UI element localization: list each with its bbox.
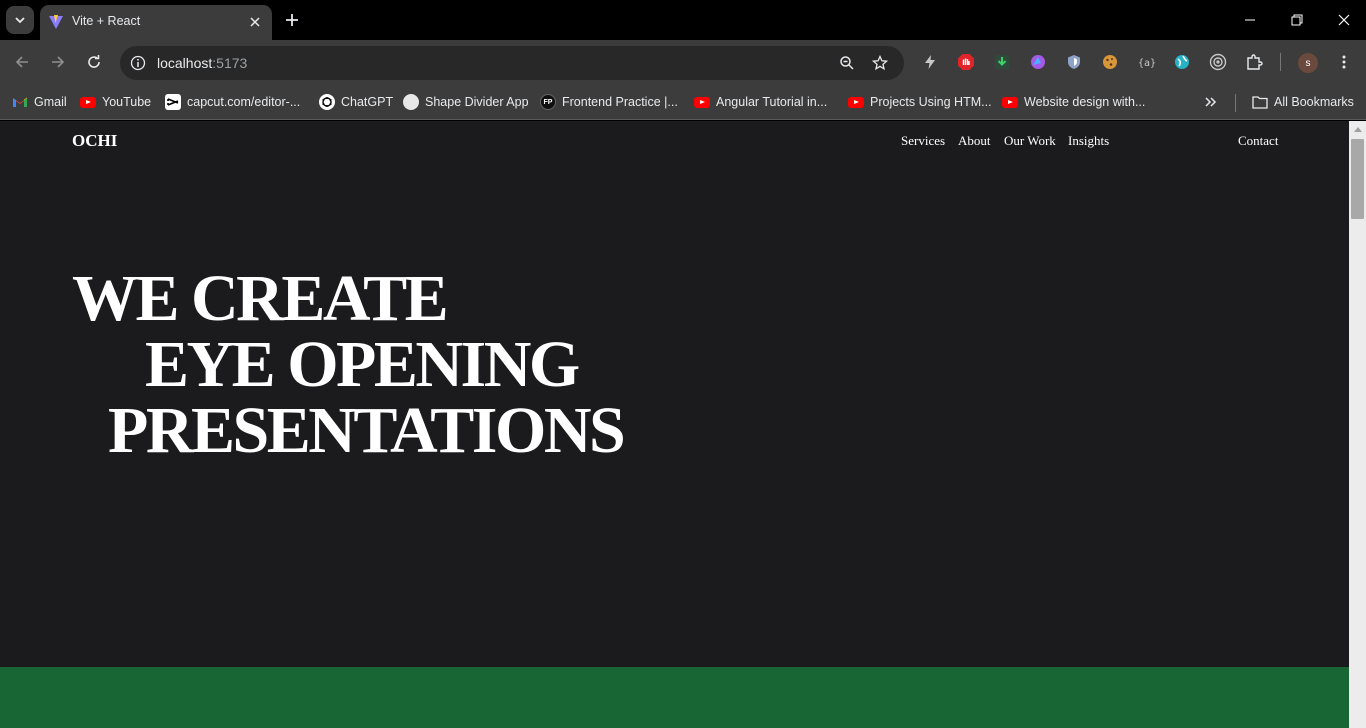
active-tab[interactable]: Vite + React bbox=[40, 5, 272, 40]
close-icon bbox=[1338, 14, 1350, 26]
bookmark-capcut[interactable]: capcut.com/editor-... bbox=[165, 92, 300, 112]
bookmark-label: Angular Tutorial in... bbox=[716, 95, 828, 109]
double-chevron-right-icon bbox=[1205, 97, 1217, 107]
globe-extension-icon[interactable] bbox=[1172, 52, 1192, 72]
adblock-extension-icon[interactable] bbox=[956, 52, 976, 72]
youtube-icon bbox=[80, 94, 96, 110]
green-section bbox=[0, 667, 1349, 728]
shape-divider-icon bbox=[403, 94, 419, 110]
hero-line-2: EYE OPENING bbox=[145, 328, 580, 401]
scroll-up-arrow-icon[interactable] bbox=[1349, 121, 1366, 137]
tab-strip: Vite + React bbox=[0, 0, 1366, 40]
bookmark-label: Website design with... bbox=[1024, 95, 1146, 109]
download-extension-icon[interactable] bbox=[992, 52, 1012, 72]
folder-icon bbox=[1252, 94, 1268, 110]
new-tab-button[interactable] bbox=[281, 9, 303, 31]
bookmark-chatgpt[interactable]: ChatGPT bbox=[319, 92, 393, 112]
bookmark-label: Projects Using HTM... bbox=[870, 95, 992, 109]
toolbar-divider bbox=[1280, 53, 1281, 71]
zoom-icon[interactable] bbox=[837, 53, 857, 73]
hero-heading: WE CREATE EYE OPENING PRESENTATIONS bbox=[72, 262, 626, 467]
json-extension-icon[interactable]: {a} bbox=[1136, 52, 1156, 72]
arrow-left-icon bbox=[15, 56, 28, 68]
bookmark-projects-html[interactable]: Projects Using HTM... bbox=[848, 92, 992, 112]
bookmark-label: capcut.com/editor-... bbox=[187, 95, 301, 109]
scrollbar-thumb[interactable] bbox=[1351, 139, 1364, 219]
tab-search-button[interactable] bbox=[6, 6, 34, 34]
svg-text:{a}: {a} bbox=[1138, 58, 1155, 69]
page-viewport: OCHI Services About Our Work Insights Co… bbox=[0, 121, 1349, 728]
youtube-icon bbox=[1002, 94, 1018, 110]
browser-toolbar: localhost:5173 {a} s bbox=[0, 40, 1366, 85]
bookmark-website-design[interactable]: Website design with... bbox=[1002, 92, 1145, 112]
address-bar[interactable]: localhost:5173 bbox=[120, 46, 904, 80]
bookmark-star-icon[interactable] bbox=[870, 53, 890, 73]
extensions-puzzle-icon[interactable] bbox=[1244, 52, 1264, 72]
bookmark-label: YouTube bbox=[102, 95, 152, 109]
close-window-button[interactable] bbox=[1332, 8, 1356, 32]
site-info-icon[interactable] bbox=[128, 53, 148, 73]
youtube-icon bbox=[848, 94, 864, 110]
reload-button[interactable] bbox=[81, 49, 107, 75]
record-extension-icon[interactable] bbox=[1208, 52, 1228, 72]
bookmark-gmail[interactable]: Gmail bbox=[12, 92, 67, 112]
nav-about[interactable]: About bbox=[958, 133, 991, 149]
vite-icon bbox=[49, 15, 63, 29]
color-extension-icon[interactable] bbox=[1028, 52, 1048, 72]
menu-kebab-icon[interactable] bbox=[1334, 52, 1354, 72]
page-scrollbar[interactable] bbox=[1349, 121, 1366, 728]
more-bookmarks-button[interactable] bbox=[1203, 92, 1219, 112]
all-bookmarks-button[interactable]: All Bookmarks bbox=[1252, 92, 1354, 112]
bookmark-shape-divider[interactable]: Shape Divider App bbox=[403, 92, 529, 112]
tab-title: Vite + React bbox=[72, 14, 141, 28]
url-host: localhost bbox=[157, 55, 213, 71]
restore-icon bbox=[1291, 14, 1303, 26]
hero-line-3: PRESENTATIONS bbox=[108, 394, 626, 467]
hero-line-1: WE CREATE bbox=[72, 262, 449, 335]
back-button[interactable] bbox=[9, 49, 35, 75]
site-logo[interactable]: OCHI bbox=[72, 131, 117, 151]
arrow-right-icon bbox=[52, 56, 65, 68]
restore-button[interactable] bbox=[1285, 8, 1309, 32]
url-text[interactable]: localhost:5173 bbox=[157, 55, 247, 71]
chevron-down-icon bbox=[15, 17, 25, 24]
capcut-icon bbox=[165, 94, 181, 110]
bookmark-label: Gmail bbox=[34, 95, 67, 109]
fp-icon: FP bbox=[540, 94, 556, 110]
gmail-icon bbox=[12, 94, 28, 110]
shield-extension-icon[interactable] bbox=[1064, 52, 1084, 72]
plus-icon bbox=[286, 14, 298, 26]
nav-services[interactable]: Services bbox=[901, 133, 945, 149]
bookmark-youtube[interactable]: YouTube bbox=[80, 92, 151, 112]
minimize-icon bbox=[1245, 19, 1255, 21]
bookmarks-bar: Gmail YouTube capcut.com/editor-... Chat… bbox=[0, 85, 1366, 120]
bookmark-angular-tutorial[interactable]: Angular Tutorial in... bbox=[694, 92, 827, 112]
profile-avatar[interactable]: s bbox=[1298, 53, 1318, 73]
youtube-icon bbox=[694, 94, 710, 110]
bookmark-label: Shape Divider App bbox=[425, 95, 529, 109]
bookmark-frontend-practice[interactable]: FP Frontend Practice |... bbox=[540, 92, 678, 112]
minimize-button[interactable] bbox=[1238, 8, 1262, 32]
chatgpt-icon bbox=[319, 94, 335, 110]
close-tab-icon[interactable] bbox=[246, 13, 264, 31]
forward-button[interactable] bbox=[45, 49, 71, 75]
bookmark-label: ChatGPT bbox=[341, 95, 394, 109]
nav-insights[interactable]: Insights bbox=[1068, 133, 1109, 149]
url-port: :5173 bbox=[212, 55, 248, 71]
reload-icon bbox=[88, 55, 100, 68]
all-bookmarks-label: All Bookmarks bbox=[1274, 95, 1354, 109]
bookmark-label: Frontend Practice |... bbox=[562, 95, 678, 109]
nav-our-work[interactable]: Our Work bbox=[1004, 133, 1056, 149]
cookie-extension-icon[interactable] bbox=[1100, 52, 1120, 72]
bookmarks-divider bbox=[1235, 94, 1236, 112]
nav-contact[interactable]: Contact bbox=[1238, 133, 1278, 149]
lightning-extension-icon[interactable] bbox=[920, 52, 940, 72]
